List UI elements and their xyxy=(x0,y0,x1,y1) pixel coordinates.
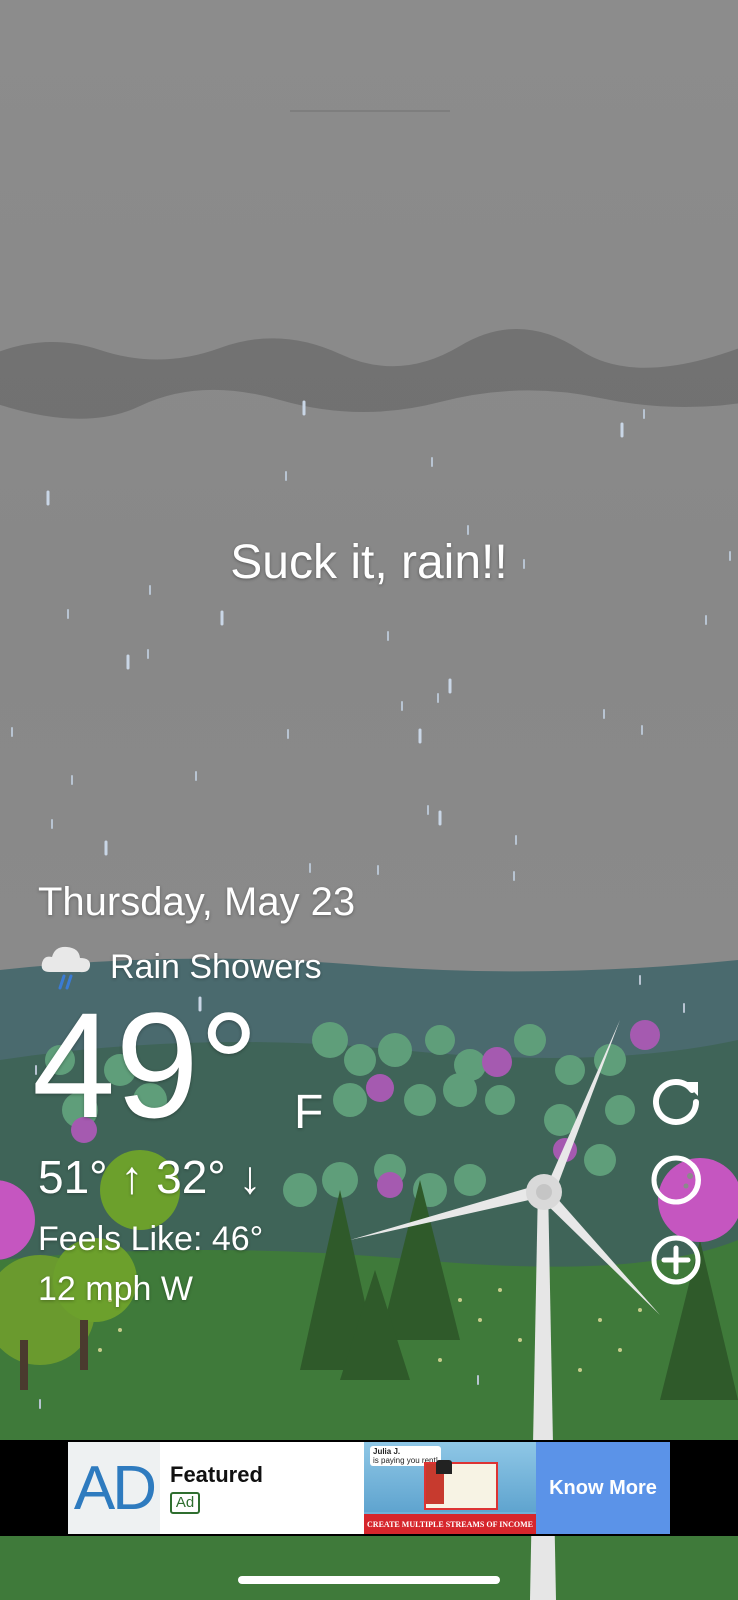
sky-background xyxy=(0,0,738,1000)
feels-like-label: Feels Like: 46° xyxy=(38,1220,264,1258)
home-indicator[interactable] xyxy=(238,1576,500,1584)
night-mode-button[interactable] xyxy=(648,1152,704,1208)
add-location-button[interactable] xyxy=(648,1232,704,1288)
weather-tagline: Suck it, rain!! xyxy=(230,536,508,589)
temperature-unit: F xyxy=(294,1086,324,1139)
ad-title: Featured xyxy=(170,1462,263,1487)
know-more-button[interactable]: Know More xyxy=(536,1442,670,1534)
moon-icon xyxy=(651,1155,701,1205)
ad-logo: AD xyxy=(68,1442,160,1534)
high-low-temperature: 51° ↑ 32° ↓ xyxy=(38,1151,262,1203)
storm-cloud-band xyxy=(0,329,738,419)
current-temperature: 49° xyxy=(32,981,259,1149)
wind-label: 12 mph W xyxy=(38,1270,193,1308)
ad-image-user: Julia J. xyxy=(373,1447,401,1456)
ad-banner[interactable]: AD Featured Ad Julia J. is paying you re… xyxy=(68,1442,670,1534)
ad-badge: Ad xyxy=(170,1492,200,1514)
refresh-button[interactable] xyxy=(648,1072,704,1128)
add-location-icon xyxy=(651,1235,701,1285)
ad-text-block: Featured Ad xyxy=(160,1442,364,1534)
refresh-icon xyxy=(653,1079,699,1125)
sky-streak xyxy=(290,110,450,112)
ad-image-caption: CREATE MULTIPLE STREAMS OF INCOME xyxy=(364,1514,536,1534)
date-label: Thursday, May 23 xyxy=(38,880,356,924)
ad-image[interactable]: Julia J. is paying you rent! CREATE MULT… xyxy=(364,1442,536,1534)
